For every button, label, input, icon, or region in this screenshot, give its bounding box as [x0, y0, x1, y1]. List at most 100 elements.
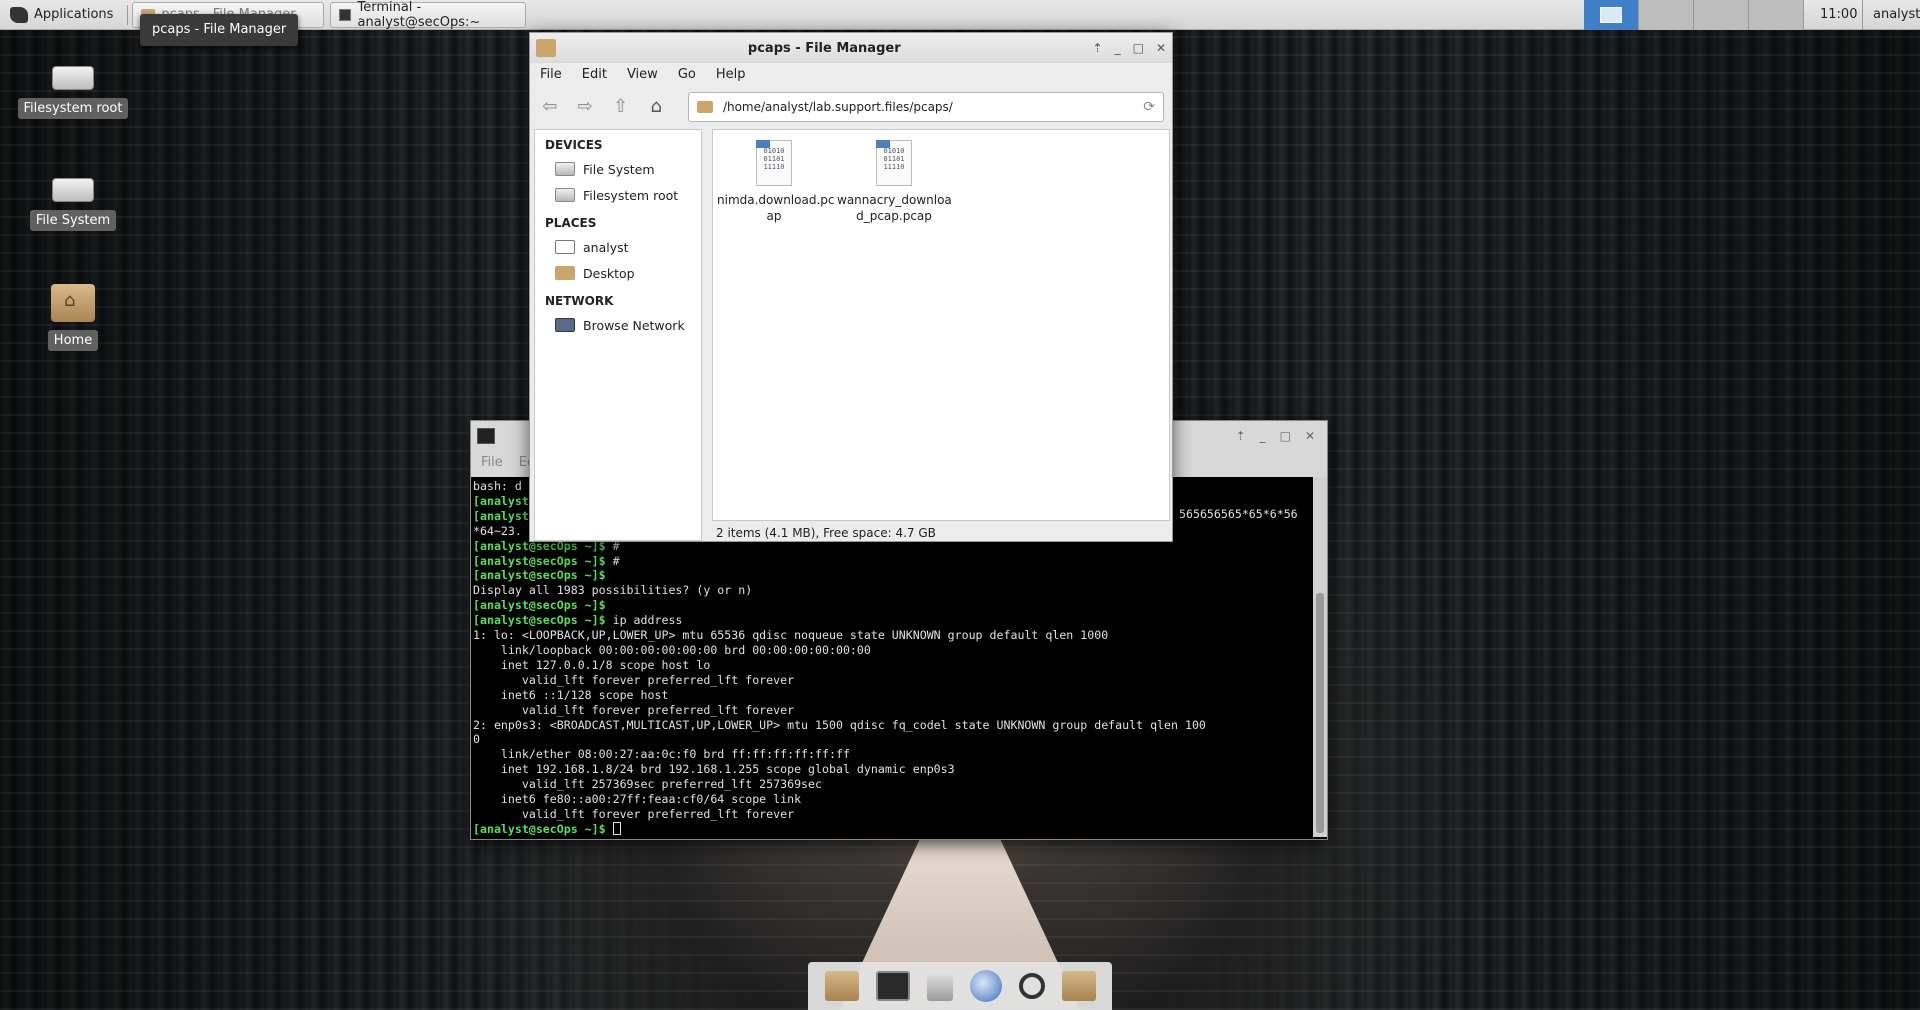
file-view[interactable]: 01010 01101 11110 nimda.download.pc ap 0…: [712, 129, 1170, 521]
show-desktop-icon[interactable]: [824, 971, 859, 1001]
terminal-line: inet6 ::1/128 scope host: [473, 688, 1313, 703]
search-icon[interactable]: [1018, 973, 1045, 999]
terminal-text: Display all 1983 possibilities? (y or n): [473, 583, 753, 598]
sidebar-item-browse-network[interactable]: Browse Network: [535, 312, 701, 338]
shell-prompt: [analyst@secOps ~]$: [473, 613, 606, 628]
terminal-text: link/ether 08:00:27:aa:0c:f0 brd ff:ff:f…: [473, 747, 850, 762]
sidebar-item-filesystem-root[interactable]: Filesystem root: [535, 182, 701, 208]
file-item-nimda[interactable]: 01010 01101 11110 nimda.download.pc ap: [717, 140, 834, 224]
terminal-partial-line: 565656565*65*6*56: [1179, 507, 1298, 521]
workspace-3[interactable]: [1694, 0, 1749, 30]
sidebar-item-analyst[interactable]: analyst: [535, 234, 701, 260]
location-path[interactable]: /home/analyst/lab.support.files/pcaps/: [723, 100, 953, 114]
terminal-text: 0: [473, 732, 480, 747]
terminal-text: inet6 fe80::a00:27ff:feaa:cf0/64 scope l…: [473, 792, 802, 807]
toolbar: ⇦ ⇨ ⇧ ⌂ /home/analyst/lab.support.files/…: [530, 89, 1172, 125]
terminal-text: inet 192.168.1.8/24 brd 192.168.1.255 sc…: [473, 762, 955, 777]
applications-menu-button[interactable]: Applications: [0, 0, 123, 30]
menu-edit[interactable]: Edit: [582, 67, 607, 85]
terminal-line: 1: lo: <LOOPBACK,UP,LOWER_UP> mtu 65536 …: [473, 628, 1313, 643]
file-name-line: d_pcap.pcap: [856, 209, 932, 223]
desktop-icon-file-system[interactable]: File System: [13, 178, 133, 231]
shell-prompt: [analyst@secOps ~]$: [473, 553, 606, 568]
sidebar-item-label: Filesystem root: [583, 187, 679, 203]
terminal-text: inet6 ::1/128 scope host: [473, 687, 669, 702]
terminal-line: valid_lft 257369sec preferred_lft 257369…: [473, 777, 1313, 792]
desktop-icon-label: File System: [29, 210, 117, 231]
close-icon[interactable]: ✕: [1305, 429, 1315, 443]
shell-prompt: [analyst@secOps ~]$: [473, 568, 606, 583]
shade-icon[interactable]: ⇡: [1093, 41, 1103, 55]
scrollbar-thumb[interactable]: [1316, 593, 1324, 833]
user-menu[interactable]: analyst: [1862, 0, 1920, 30]
minimize-icon[interactable]: _: [1115, 41, 1121, 55]
sidebar: DEVICES File System Filesystem root PLAC…: [534, 129, 702, 541]
clock[interactable]: 11:00: [1820, 0, 1857, 30]
forward-arrow-icon[interactable]: ⇨: [573, 95, 596, 119]
status-bar: 2 items (4.1 MB), Free space: 4.7 GB: [716, 526, 936, 540]
terminal-text: inet 127.0.0.1/8 scope host lo: [473, 657, 711, 672]
menu-file[interactable]: File: [540, 67, 562, 85]
minimize-icon[interactable]: _: [1260, 429, 1266, 443]
terminal-line: [analyst@secOps ~]$ ip address: [473, 613, 1313, 628]
desktop-icon-filesystem-root[interactable]: Filesystem root: [13, 66, 133, 119]
web-browser-icon[interactable]: [969, 970, 1002, 1002]
menu-view[interactable]: View: [627, 67, 658, 85]
desktop-icon-home[interactable]: Home: [13, 284, 133, 351]
terminal-line: valid_lft forever preferred_lft forever: [473, 703, 1313, 718]
menu-help[interactable]: Help: [716, 67, 746, 85]
desktop-icon-label: Filesystem root: [17, 98, 129, 119]
back-arrow-icon[interactable]: ⇦: [538, 95, 561, 119]
applications-label: Applications: [34, 7, 114, 22]
sidebar-heading-network: NETWORK: [545, 294, 614, 308]
workspace-1[interactable]: [1584, 0, 1639, 30]
file-name-line: wannacry_downloa: [837, 193, 952, 207]
taskbar-tooltip: pcaps - File Manager: [140, 14, 299, 46]
file-name-line: ap: [766, 209, 782, 223]
window-title: pcaps - File Manager: [747, 40, 901, 56]
menu-go[interactable]: Go: [678, 67, 696, 85]
shell-prompt: [analyst@secOps ~]$: [473, 821, 606, 836]
sidebar-heading-devices: DEVICES: [545, 138, 603, 152]
workspace-4[interactable]: [1749, 0, 1804, 30]
maximize-icon[interactable]: □: [1133, 41, 1144, 55]
terminal-line: 2: enp0s3: <BROADCAST,MULTICAST,UP,LOWER…: [473, 718, 1313, 733]
terminal-line: valid_lft forever preferred_lft forever: [473, 673, 1313, 688]
terminal-menu-file[interactable]: File: [481, 455, 503, 473]
terminal-line: inet6 fe80::a00:27ff:feaa:cf0/64 scope l…: [473, 792, 1313, 807]
home-icon[interactable]: ⌂: [644, 95, 667, 119]
sidebar-item-desktop[interactable]: Desktop: [535, 260, 701, 286]
drive-icon: [52, 178, 94, 202]
reload-icon[interactable]: ⟳: [1143, 99, 1155, 115]
home-icon: [555, 240, 575, 254]
terminal-scrollbar[interactable]: [1313, 477, 1327, 837]
terminal-line: [analyst@secOps ~]$: [473, 598, 1313, 613]
close-icon[interactable]: ✕: [1156, 41, 1166, 55]
sidebar-item-label: Browse Network: [583, 317, 685, 333]
workspace-2[interactable]: [1639, 0, 1694, 30]
terminal-launcher-icon[interactable]: [875, 971, 910, 1001]
maximize-icon[interactable]: □: [1280, 429, 1291, 443]
terminal-text: *64~23.: [473, 523, 522, 538]
terminal-text: valid_lft forever preferred_lft forever: [473, 702, 795, 717]
sidebar-item-file-system[interactable]: File System: [535, 156, 701, 182]
file-cabinet-icon[interactable]: [926, 971, 953, 1001]
shade-icon[interactable]: ⇡: [1236, 429, 1246, 443]
terminal-text: 1: lo: <LOOPBACK,UP,LOWER_UP> mtu 65536 …: [473, 628, 1109, 643]
shell-prompt: [analyst: [473, 508, 529, 523]
sidebar-item-label: File System: [583, 161, 655, 177]
workspace-window-thumb: [1600, 7, 1622, 23]
taskbar-terminal[interactable]: Terminal - analyst@secOps:~: [330, 0, 527, 30]
location-bar[interactable]: /home/analyst/lab.support.files/pcaps/ ⟳: [687, 92, 1164, 122]
terminal-line: 0: [473, 732, 1313, 747]
menubar: File Edit View Go Help: [530, 63, 1172, 89]
sidebar-item-label: Desktop: [583, 265, 635, 281]
up-arrow-icon[interactable]: ⇧: [609, 95, 632, 119]
file-manager-titlebar[interactable]: pcaps - File Manager ⇡ _ □ ✕: [530, 33, 1172, 63]
terminal-text: bash: d: [473, 479, 522, 493]
shell-prompt: [analyst@secOps ~]$: [473, 598, 606, 613]
binary-file-icon: 01010 01101 11110: [756, 140, 792, 186]
file-item-wannacry[interactable]: 01010 01101 11110 wannacry_downloa d_pca…: [837, 140, 952, 224]
folder-launcher-icon[interactable]: [1061, 971, 1096, 1001]
